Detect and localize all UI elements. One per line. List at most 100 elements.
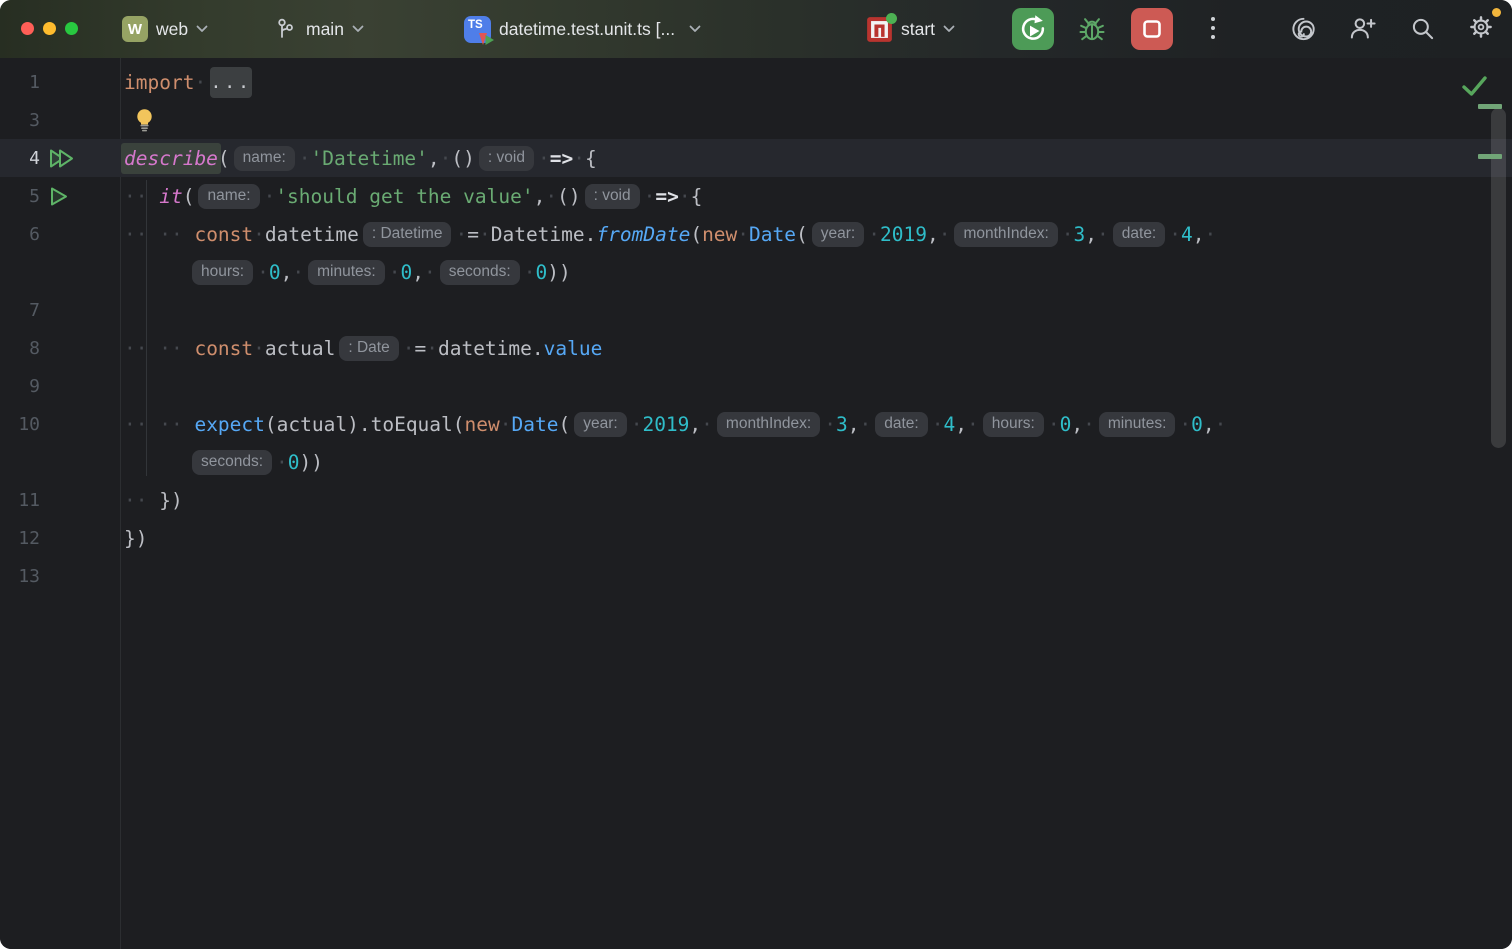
whitespace-dots: ·	[194, 71, 206, 94]
branch-widget[interactable]: main	[274, 0, 364, 58]
stop-button[interactable]	[1131, 8, 1173, 50]
line-number: 9	[0, 376, 40, 397]
line-number: 10	[0, 414, 40, 435]
whitespace-dots: ·	[538, 147, 550, 170]
search-everywhere-button[interactable]	[1406, 0, 1440, 58]
code-line[interactable]: 9	[0, 367, 1512, 405]
run-configuration[interactable]: start	[866, 0, 955, 58]
code-text: hours:·0,·minutes:·0,·seconds:·0))	[120, 260, 571, 285]
debug-button[interactable]	[1072, 0, 1112, 58]
scrollbar-thumb[interactable]	[1491, 108, 1506, 448]
scrollbar-mark-2[interactable]	[1478, 154, 1502, 159]
rerun-button[interactable]	[1012, 8, 1054, 50]
code-text: seconds:·0))	[120, 450, 323, 475]
code-line[interactable]: 8·· ·· const·actual: Date·=·datetime.val…	[0, 329, 1512, 367]
code-token: .	[585, 223, 597, 246]
whitespace-dots: ·	[1083, 413, 1095, 436]
whitespace-dots: ·	[644, 185, 656, 208]
inlay-hint: : void	[585, 184, 640, 209]
code-token: new	[465, 413, 500, 436]
inlay-hint: hours:	[192, 260, 253, 285]
file-tab[interactable]: TS datetime.test.unit.ts [...	[464, 0, 701, 58]
code-token: 'Datetime'	[311, 147, 428, 170]
code-line[interactable]: seconds:·0))	[0, 443, 1512, 481]
line-number: 12	[0, 528, 40, 549]
code-token: .	[532, 337, 544, 360]
inlay-hint: name:	[234, 146, 295, 171]
inlay-hint: : void	[479, 146, 534, 171]
line-gutter: 4	[0, 139, 120, 177]
whitespace-dots: ·	[455, 223, 467, 246]
window-close-button[interactable]	[21, 22, 34, 35]
editor[interactable]: 1import·...34describe(name:·'Datetime',·…	[0, 58, 1512, 949]
run-all-tests-icon[interactable]	[47, 147, 79, 170]
line-gutter	[0, 443, 120, 481]
inlay-hint: year:	[812, 222, 864, 247]
whitespace-dots: ·	[631, 413, 643, 436]
code-with-me-button[interactable]	[1344, 0, 1380, 58]
folded-code[interactable]: ...	[210, 67, 252, 98]
code-token: (	[218, 147, 230, 170]
scrollbar-mark-1[interactable]	[1478, 104, 1502, 109]
debug-bug-icon	[1076, 13, 1108, 45]
window-zoom-button[interactable]	[65, 22, 78, 35]
settings-gear-icon	[1466, 12, 1496, 42]
code-line[interactable]: 3	[0, 101, 1512, 139]
inspection-ok-icon[interactable]	[1461, 74, 1488, 99]
test-file-overlay-icon	[478, 32, 495, 47]
code-text: ·· it(name:·'should get the value',·(): …	[120, 184, 702, 209]
code-token: Date	[512, 413, 559, 436]
code-token: (	[183, 185, 195, 208]
npm-icon	[866, 16, 893, 43]
ai-assistant-icon	[1288, 14, 1318, 44]
stop-icon	[1137, 14, 1167, 44]
code-line[interactable]: hours:·0,·minutes:·0,·seconds:·0))	[0, 253, 1512, 291]
inlay-hint: date:	[875, 412, 927, 437]
project-widget[interactable]: W web	[122, 0, 208, 58]
code-token: actual	[265, 337, 335, 360]
chevron-down-icon	[943, 25, 955, 33]
settings-button[interactable]	[1462, 0, 1500, 58]
inlay-hint: monthIndex:	[717, 412, 820, 437]
whitespace-dots: ·	[824, 413, 836, 436]
whitespace-dots: ·	[264, 185, 276, 208]
line-gutter: 3	[0, 101, 120, 139]
code-line[interactable]: 10·· ·· expect(actual).toEqual(new·Date(…	[0, 405, 1512, 443]
code-token: ,	[848, 413, 860, 436]
code-token: 4	[1181, 223, 1193, 246]
code-token: 0	[288, 451, 300, 474]
code-token: it	[159, 185, 182, 208]
code-text: })	[120, 527, 147, 550]
window-minimize-button[interactable]	[43, 22, 56, 35]
whitespace-dots: ·	[868, 223, 880, 246]
line-number: 5	[0, 186, 40, 207]
line-number: 11	[0, 490, 40, 511]
code-line[interactable]: 4describe(name:·'Datetime',·(): void·=>·…	[0, 139, 1512, 177]
line-number: 4	[0, 148, 40, 169]
code-line[interactable]: 6·· ·· const·datetime: Datetime·=·Dateti…	[0, 215, 1512, 253]
inlay-hint: hours:	[983, 412, 1044, 437]
code-line[interactable]: 5·· it(name:·'should get the value',·():…	[0, 177, 1512, 215]
code-line[interactable]: 7	[0, 291, 1512, 329]
code-line[interactable]: 13	[0, 557, 1512, 595]
code-token: 2019	[880, 223, 927, 246]
whitespace-dots: ·	[292, 261, 304, 284]
code-line[interactable]: 12})	[0, 519, 1512, 557]
code-line[interactable]: 11·· })	[0, 481, 1512, 519]
whitespace-dots: ·	[389, 261, 401, 284]
whitespace-dots: ·	[573, 147, 585, 170]
code-line[interactable]: 1import·...	[0, 63, 1512, 101]
lightbulb-icon[interactable]	[134, 107, 155, 133]
code-token: expect	[194, 413, 264, 436]
code-token: })	[124, 527, 147, 550]
line-gutter: 13	[0, 557, 120, 595]
code-token: 0	[269, 261, 281, 284]
code-token: ))	[300, 451, 323, 474]
whitespace-dots: ·	[257, 261, 269, 284]
run-test-icon[interactable]	[47, 185, 79, 208]
ai-assistant-button[interactable]	[1286, 0, 1320, 58]
more-options-button[interactable]	[1203, 0, 1223, 58]
code-token: datetime	[265, 223, 359, 246]
code-text	[120, 107, 155, 133]
whitespace-dots: ·	[545, 185, 557, 208]
